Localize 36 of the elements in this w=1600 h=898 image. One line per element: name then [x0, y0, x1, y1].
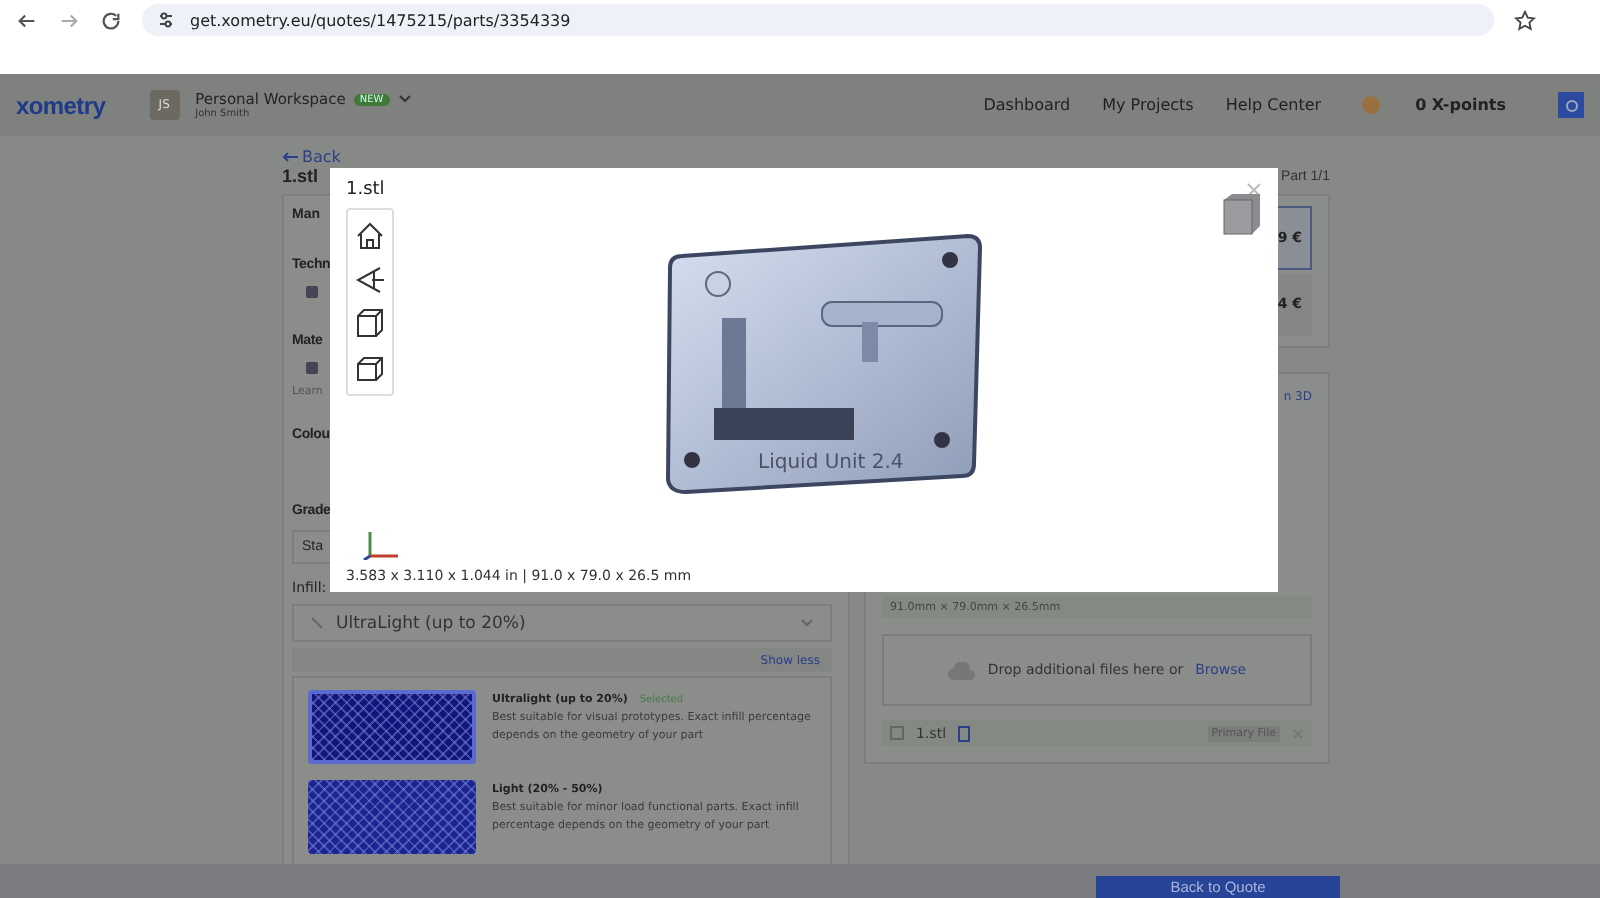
- url-text: get.xometry.eu/quotes/1475215/parts/3354339: [190, 11, 571, 29]
- chevron-down-icon: [800, 618, 814, 628]
- points-label[interactable]: 0 X-points: [1415, 96, 1506, 114]
- nav-link[interactable]: Help Center: [1225, 96, 1322, 114]
- nav-link[interactable]: My Projects: [1102, 96, 1194, 114]
- document-icon[interactable]: [958, 725, 971, 742]
- chevron-down-icon[interactable]: [397, 94, 412, 104]
- perspective-button[interactable]: [354, 264, 386, 296]
- view-cube-icon[interactable]: [1222, 192, 1262, 236]
- star-icon[interactable]: [1514, 10, 1536, 32]
- settings-button[interactable]: [1558, 92, 1584, 118]
- coin-icon: [1361, 96, 1380, 114]
- reload-icon[interactable]: [100, 10, 122, 32]
- option-icon: [304, 284, 320, 300]
- axis-icon: [362, 528, 402, 560]
- dialog-title: 1.stl: [346, 180, 385, 200]
- home-view-button[interactable]: [354, 220, 386, 252]
- logo[interactable]: xometry: [16, 91, 106, 119]
- page-title: 1.stl: [282, 166, 319, 186]
- arrow-left-icon: [282, 152, 298, 162]
- solid-cube-button[interactable]: [354, 352, 386, 384]
- back-icon[interactable]: [16, 10, 38, 32]
- nav-link[interactable]: Dashboard: [983, 96, 1071, 114]
- infill-pattern-swatch[interactable]: [308, 690, 476, 764]
- site-settings-icon[interactable]: [158, 12, 174, 28]
- close-button[interactable]: [1246, 182, 1262, 198]
- infill-select[interactable]: UltraLight (up to 20%): [292, 604, 832, 642]
- checkbox-icon[interactable]: [890, 726, 904, 741]
- option-icon: [304, 360, 320, 376]
- gear-icon: [1563, 97, 1579, 113]
- address-bar[interactable]: get.xometry.eu/quotes/1475215/parts/3354339: [142, 4, 1494, 36]
- back-link[interactable]: Back: [282, 148, 1600, 166]
- infill-pattern-swatch[interactable]: [308, 780, 476, 854]
- wireframe-cube-button[interactable]: [354, 308, 386, 340]
- infill-icon: [310, 616, 324, 630]
- forward-icon[interactable]: [58, 10, 80, 32]
